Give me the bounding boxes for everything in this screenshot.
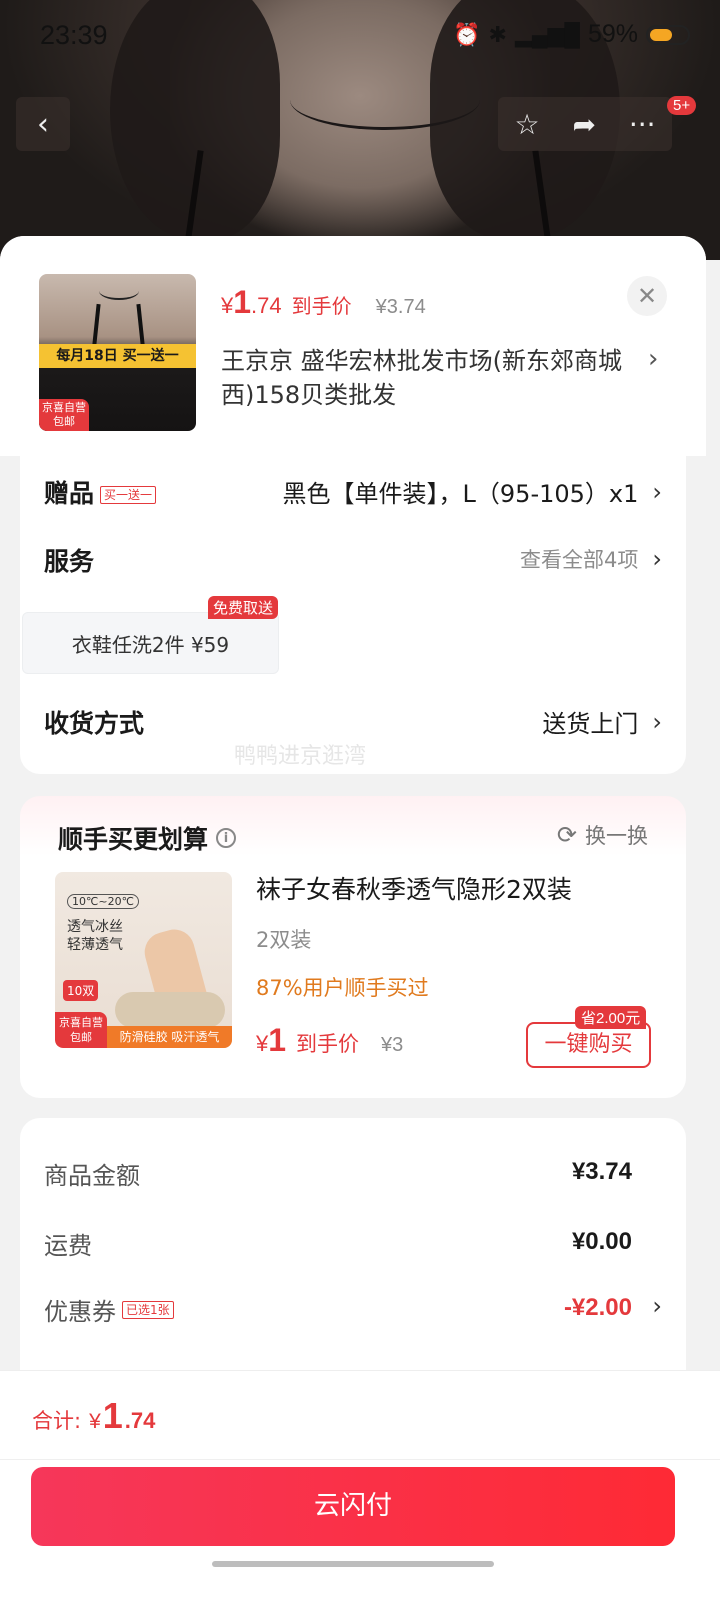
service-value: 查看全部4项	[520, 548, 639, 572]
battery-icon	[646, 24, 690, 45]
status-time: 23:39	[40, 20, 108, 50]
gift-value-row[interactable]: 黑色【单件装】，L（95-105）x1 ›	[283, 474, 662, 509]
thumb-tag: 京喜自营 包邮	[55, 1012, 107, 1048]
signal-icon: ▂▄▆█	[514, 21, 580, 47]
coupon-value[interactable]: -¥2.00	[564, 1294, 632, 1322]
delivery-title: 收货方式	[44, 709, 145, 738]
service-chip[interactable]: 衣鞋任洗2件 ¥59	[22, 612, 279, 674]
delivery-value: 送货上门	[542, 710, 639, 738]
thumb-promo: 每月18日 买一送一	[39, 344, 196, 368]
thumb-tag: 京喜自营 包邮	[39, 399, 89, 431]
chevron-left-icon: ‹	[37, 106, 49, 142]
original-price: ¥3.74	[375, 296, 426, 318]
refresh-icon: ⟳	[556, 821, 577, 849]
coupon-tag: 已选1张	[122, 1300, 174, 1319]
thumb-features: 防滑硅胶 吸汗透气	[107, 1026, 232, 1048]
battery-percent: 59%	[587, 20, 638, 48]
chevron-right-icon: ›	[652, 477, 662, 506]
shop-name[interactable]: 王京京 盛华宏林批发市场(新东郊商城西)158贝类批发	[221, 344, 631, 412]
status-bar: 23:39 ⏰ ✱ ▂▄▆█ 59%	[0, 0, 720, 76]
info-icon[interactable]: i	[216, 828, 237, 848]
share-icon[interactable]: ➦	[572, 108, 595, 141]
more-icon[interactable]: ···	[629, 108, 656, 141]
recommend-orig-price: ¥3	[381, 1034, 404, 1056]
recommend-card: 顺手买更划算 i ⟳ 换一换 10℃~20℃ 透气冰丝 轻薄透气 10双 京喜自营…	[20, 796, 686, 1098]
final-price-label: 到手价	[291, 294, 352, 318]
service-all-link[interactable]: 查看全部4项 ›	[520, 544, 662, 574]
recommend-percent: 87%用户顺手买过	[256, 976, 429, 1000]
coupon-label-text: 优惠券	[44, 1298, 116, 1326]
recommend-price-label: 到手价	[296, 1032, 360, 1056]
gift-title: 赠品	[44, 479, 95, 508]
message-badge: 5+	[667, 96, 697, 115]
gift-tag: 买一送一	[100, 486, 157, 504]
status-icons: ⏰ ✱ ▂▄▆█ 59%	[453, 20, 690, 49]
swap-button[interactable]: ⟳ 换一换	[557, 820, 648, 850]
watermark: 鸭鸭进京逛湾	[234, 744, 367, 769]
gift-row[interactable]: 赠品 买一送一	[44, 474, 157, 510]
shipping-value: ¥0.00	[571, 1228, 632, 1255]
recommend-title-text: 顺手买更划算	[58, 825, 209, 854]
back-button[interactable]: ‹	[16, 97, 70, 151]
goods-amount-value: ¥3.74	[571, 1158, 632, 1185]
total-label: 合计:	[32, 1409, 82, 1433]
price-line: ¥1.74 到手价 ¥3.74	[221, 284, 426, 321]
chevron-right-icon: ›	[652, 545, 662, 573]
goods-amount-label: 商品金额	[44, 1162, 140, 1190]
close-button[interactable]: ✕	[627, 276, 667, 316]
home-indicator[interactable]	[212, 1561, 494, 1567]
recommend-name[interactable]: 袜子女春秋季透气隐形2双装	[256, 870, 572, 906]
shipping-label: 运费	[44, 1232, 92, 1260]
pay-button[interactable]: 云闪付	[31, 1467, 675, 1546]
options-card: 赠品 买一送一 黑色【单件装】，L（95-105）x1 › 服务 查看全部4项 ›…	[20, 446, 686, 774]
recommend-thumbnail[interactable]: 10℃~20℃ 透气冰丝 轻薄透气 10双 京喜自营 包邮 防滑硅胶 吸汗透气	[55, 872, 232, 1048]
chevron-right-icon: ›	[652, 707, 662, 736]
total-price: 合计: ¥1.74	[32, 1395, 156, 1436]
recommend-title: 顺手买更划算 i	[58, 820, 237, 856]
product-header: 每月18日 买一送一 京喜自营 包邮 ¥1.74 到手价 ¥3.74 ✕ 王京京…	[0, 236, 706, 456]
thumb-temp: 10℃~20℃	[67, 894, 139, 909]
recommend-price: ¥1 到手价 ¥3	[256, 1022, 404, 1058]
thumb-badge: 10双	[63, 980, 99, 1001]
top-actions: ☆ ➦ ···	[498, 97, 672, 151]
recommend-spec: 2双装	[256, 928, 312, 952]
swap-label: 换一换	[585, 824, 648, 848]
close-icon: ✕	[636, 282, 658, 310]
alarm-icon: ⏰	[453, 21, 481, 47]
delivery-row[interactable]: 送货上门 ›	[542, 704, 662, 739]
bluetooth-icon: ✱	[488, 21, 507, 47]
chevron-right-icon: ›	[652, 1292, 662, 1320]
service-title: 服务	[44, 547, 95, 576]
bottom-bar: 合计: ¥1.74 云闪付	[0, 1370, 720, 1600]
save-badge: 省2.00元	[575, 1006, 647, 1029]
coupon-label: 优惠券 已选1张	[44, 1292, 174, 1327]
gift-value: 黑色【单件装】，L（95-105）x1	[282, 480, 639, 508]
final-price: ¥1.74	[221, 284, 282, 320]
service-badge: 免费取送	[208, 596, 279, 619]
product-thumbnail[interactable]: 每月18日 买一送一 京喜自营 包邮	[39, 274, 196, 431]
thumb-text: 透气冰丝 轻薄透气	[67, 919, 123, 953]
chevron-right-icon: ›	[648, 344, 659, 374]
star-icon[interactable]: ☆	[514, 108, 539, 141]
